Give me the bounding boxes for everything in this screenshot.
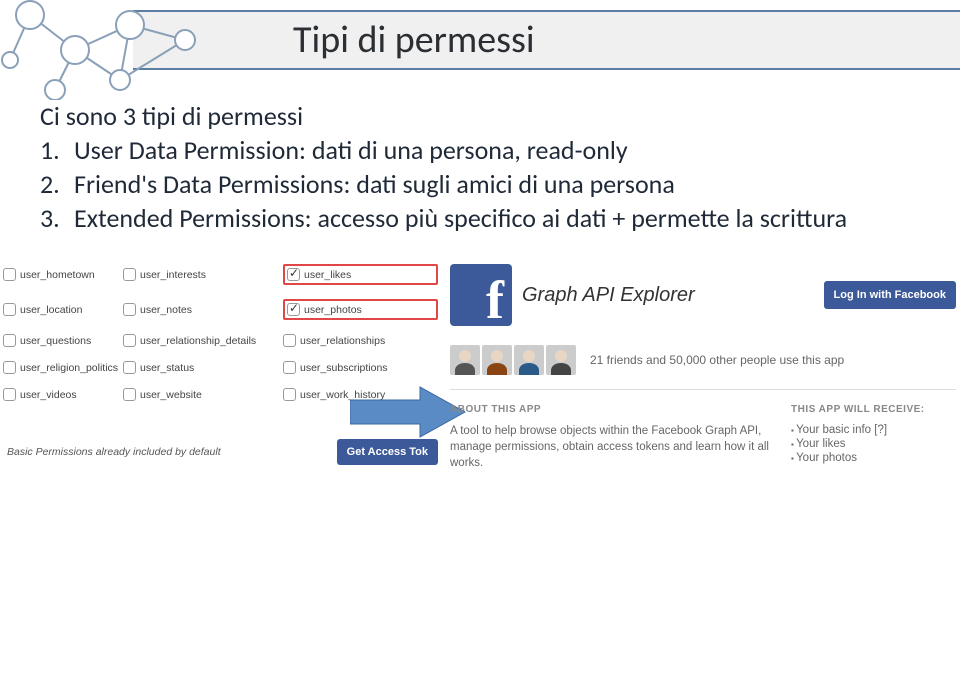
- permission-user_location[interactable]: user_location: [3, 299, 123, 320]
- receive-item: Your basic info [?]: [791, 423, 956, 437]
- receive-item: Your likes: [791, 437, 956, 451]
- permission-label: user_relationship_details: [140, 335, 256, 347]
- permission-user_subscriptions[interactable]: user_subscriptions: [283, 361, 438, 374]
- permission-user_website[interactable]: user_website: [123, 388, 283, 401]
- checkbox[interactable]: [3, 361, 16, 374]
- permission-label: user_religion_politics: [20, 362, 118, 374]
- avatar: [482, 345, 512, 375]
- basic-permissions-note: Basic Permissions already included by de…: [7, 446, 317, 458]
- permission-label: user_website: [140, 389, 202, 401]
- avatar: [450, 345, 480, 375]
- permissions-footer: Basic Permissions already included by de…: [3, 439, 438, 465]
- permission-user_religion_politics[interactable]: user_religion_politics: [3, 361, 123, 374]
- app-title: Graph API Explorer: [522, 284, 814, 307]
- checkbox[interactable]: [3, 388, 16, 401]
- permission-label: user_videos: [20, 389, 77, 401]
- list-item-1: 1. User Data Permission: dati di una per…: [40, 134, 920, 166]
- about-heading: ABOUT THIS APP: [450, 404, 771, 415]
- network-decoration: [0, 0, 245, 100]
- permissions-grid: user_hometown user_interests user_likesuse…: [3, 264, 438, 401]
- slide-header: Tipi di permessi: [0, 0, 960, 90]
- receive-list: Your basic info [?]Your likesYour photos: [791, 423, 956, 465]
- permission-user_hometown[interactable]: user_hometown: [3, 264, 123, 285]
- permission-label: user_notes: [140, 304, 192, 316]
- title-bar: Tipi di permessi: [133, 10, 960, 70]
- screenshot-area: user_hometown user_interests user_likesuse…: [0, 252, 960, 582]
- checkbox[interactable]: [123, 268, 136, 281]
- permission-user_photos[interactable]: user_photos: [283, 299, 438, 320]
- avatar: [514, 345, 544, 375]
- permission-label: user_photos: [304, 304, 362, 316]
- checkbox[interactable]: [123, 361, 136, 374]
- avatar: [546, 345, 576, 375]
- permission-user_relationship_details[interactable]: user_relationship_details: [123, 334, 283, 347]
- facebook-header: Graph API Explorer Log In with Facebook: [450, 264, 956, 340]
- facebook-social-row: 21 friends and 50,000 other people use t…: [450, 340, 956, 390]
- checkbox[interactable]: [3, 303, 16, 316]
- checkbox[interactable]: [287, 303, 300, 316]
- facebook-logo-icon: [450, 264, 512, 326]
- permission-user_relationships[interactable]: user_relationships: [283, 334, 438, 347]
- checkbox[interactable]: [287, 268, 300, 281]
- permission-user_status[interactable]: user_status: [123, 361, 283, 374]
- slide-title: Tipi di permessi: [293, 17, 535, 63]
- checkbox[interactable]: [283, 334, 296, 347]
- checkbox[interactable]: [283, 388, 296, 401]
- permission-label: user_subscriptions: [300, 362, 388, 374]
- about-section: ABOUT THIS APP A tool to help browse obj…: [450, 404, 771, 471]
- list-item-3: 3. Extended Permissions: accesso più spe…: [40, 202, 920, 234]
- facebook-panel: Graph API Explorer Log In with Facebook …: [450, 264, 956, 471]
- permission-user_likes[interactable]: user_likes: [283, 264, 438, 285]
- checkbox[interactable]: [123, 303, 136, 316]
- login-button[interactable]: Log In with Facebook: [824, 281, 956, 309]
- permission-user_interests[interactable]: user_interests: [123, 264, 283, 285]
- permission-label: user_status: [140, 362, 194, 374]
- permission-label: user_hometown: [20, 269, 95, 281]
- permission-label: user_likes: [304, 269, 351, 281]
- permission-user_videos[interactable]: user_videos: [3, 388, 123, 401]
- checkbox[interactable]: [283, 361, 296, 374]
- get-access-token-button[interactable]: Get Access Tok: [337, 439, 438, 465]
- list-item-2: 2. Friend's Data Permissions: dati sugli…: [40, 168, 920, 200]
- receive-item: Your photos: [791, 451, 956, 465]
- permission-label: user_location: [20, 304, 82, 316]
- checkbox[interactable]: [3, 268, 16, 281]
- receive-section: THIS APP WILL RECEIVE: Your basic info […: [791, 404, 956, 471]
- friend-avatars: [450, 345, 576, 375]
- permission-label: user_interests: [140, 269, 206, 281]
- about-text: A tool to help browse objects within the…: [450, 423, 771, 471]
- intro-text: Ci sono 3 tipi di permessi: [40, 100, 920, 132]
- checkbox[interactable]: [123, 388, 136, 401]
- permission-label: user_relationships: [300, 335, 385, 347]
- checkbox[interactable]: [123, 334, 136, 347]
- receive-heading: THIS APP WILL RECEIVE:: [791, 404, 956, 415]
- permission-label: user_questions: [20, 335, 91, 347]
- body-text: Ci sono 3 tipi di permessi 1. User Data …: [0, 90, 960, 234]
- permission-user_notes[interactable]: user_notes: [123, 299, 283, 320]
- permission-user_questions[interactable]: user_questions: [3, 334, 123, 347]
- friends-text: 21 friends and 50,000 other people use t…: [590, 353, 844, 367]
- checkbox[interactable]: [3, 334, 16, 347]
